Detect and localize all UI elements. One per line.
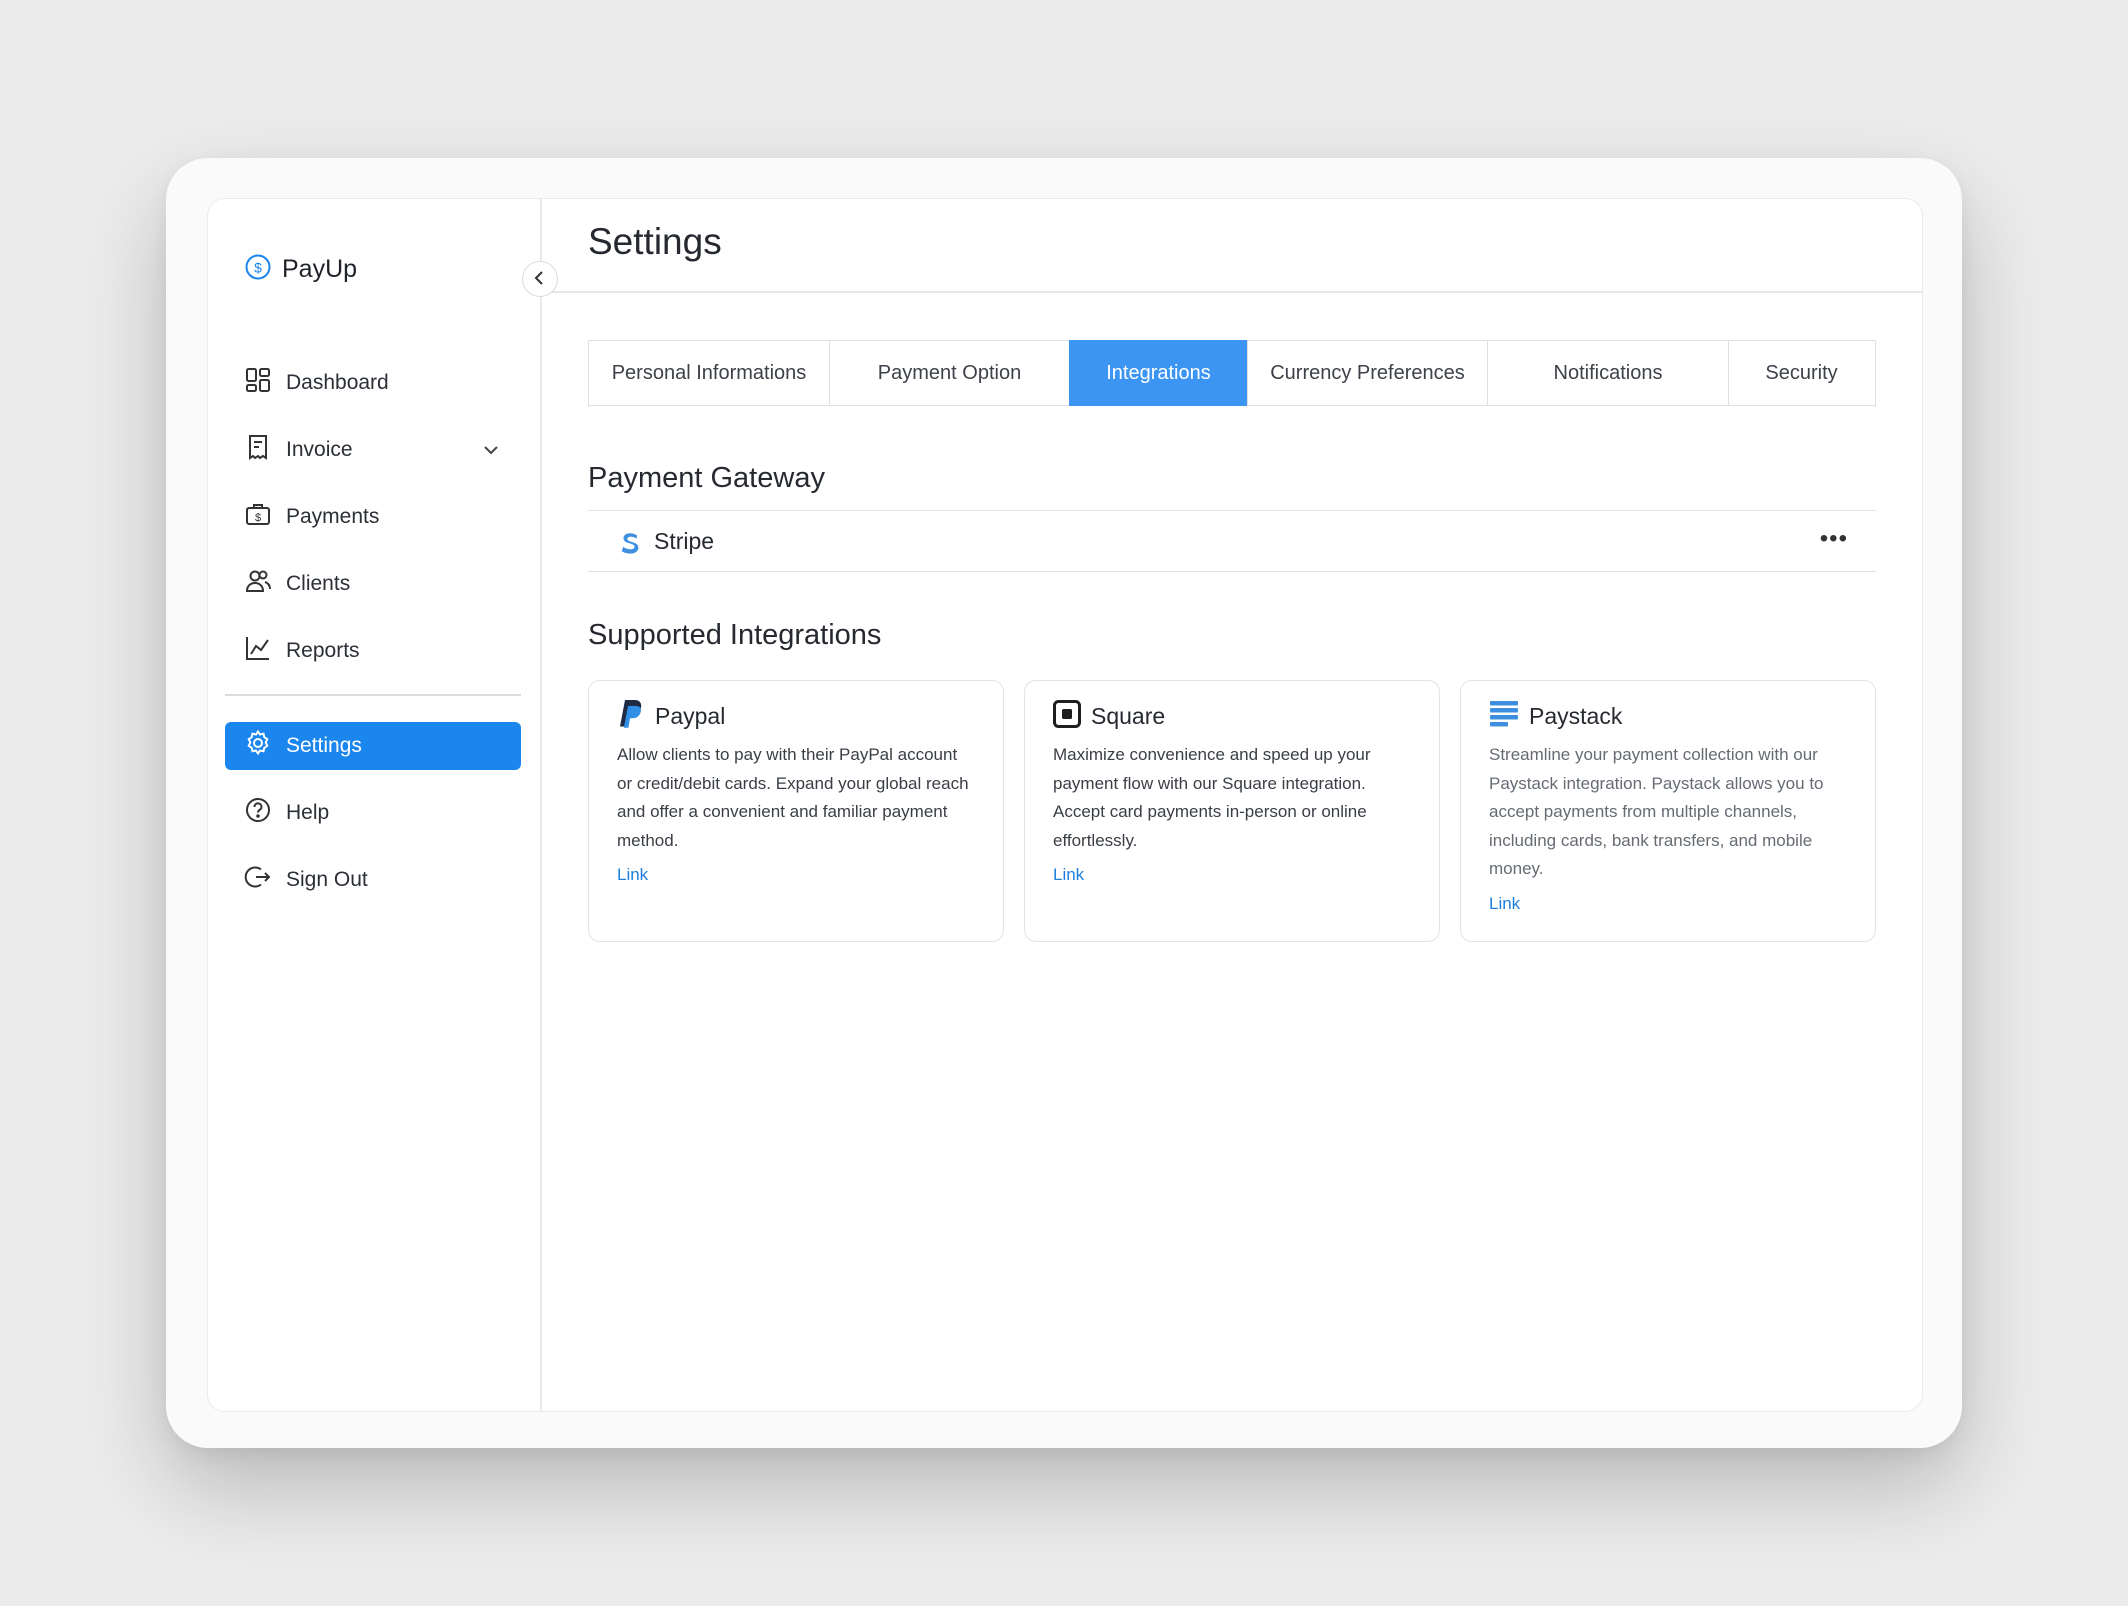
sidebar-item-settings[interactable]: Settings: [225, 722, 521, 770]
paystack-link[interactable]: Link: [1489, 894, 1520, 914]
sidebar-item-help[interactable]: Help: [225, 789, 521, 837]
sidebar-item-clients[interactable]: Clients: [225, 560, 521, 608]
tab-personal-informations[interactable]: Personal Informations: [588, 340, 830, 406]
sidebar-item-label: Settings: [286, 734, 362, 757]
sidebar-item-label: Dashboard: [286, 371, 389, 394]
paypal-logo-icon: [617, 698, 645, 735]
device-frame: $ PayUp Dashboard Invoice $ Payments Cli…: [166, 158, 1962, 1448]
brand[interactable]: $ PayUp: [244, 253, 357, 286]
integration-card-paypal: Paypal Allow clients to pay with their P…: [588, 680, 1004, 942]
integration-card-paystack: Paystack Streamline your payment collect…: [1460, 680, 1876, 942]
gateway-row[interactable]: Stripe •••: [588, 510, 1876, 572]
dashboard-icon: [244, 366, 272, 400]
app-window: $ PayUp Dashboard Invoice $ Payments Cli…: [207, 198, 1923, 1412]
sidebar: $ PayUp Dashboard Invoice $ Payments Cli…: [208, 199, 542, 1411]
brand-name: PayUp: [282, 255, 358, 283]
sidebar-item-label: Help: [286, 801, 330, 824]
card-title: Paypal: [655, 702, 726, 729]
chevron-down-icon[interactable]: [481, 440, 501, 466]
payment-gateway-heading: Payment Gateway: [588, 462, 825, 494]
chevron-left-icon: [531, 269, 549, 290]
gear-icon: [244, 729, 272, 763]
svg-text:$: $: [254, 260, 262, 276]
clients-icon: [244, 567, 272, 601]
card-description: Maximize convenience and speed up your p…: [1053, 745, 1371, 850]
gateway-name: Stripe: [654, 528, 715, 554]
card-description: Streamline your payment collection with …: [1489, 745, 1824, 878]
help-icon: [244, 796, 272, 830]
tab-currency-preferences[interactable]: Currency Preferences: [1246, 340, 1489, 406]
tab-integrations[interactable]: Integrations: [1069, 340, 1248, 406]
dollar-coin-icon: $: [244, 253, 272, 286]
sidebar-item-invoice[interactable]: Invoice: [225, 426, 521, 474]
sidebar-item-label: Payments: [286, 505, 380, 528]
paystack-logo-icon: [1489, 699, 1519, 734]
payments-icon: $: [244, 500, 272, 534]
sidebar-item-sign-out[interactable]: Sign Out: [225, 856, 521, 904]
sidebar-item-payments[interactable]: $ Payments: [225, 493, 521, 541]
card-description: Allow clients to pay with their PayPal a…: [617, 745, 969, 850]
card-title: Square: [1091, 702, 1166, 729]
svg-text:$: $: [255, 512, 261, 524]
square-logo-icon: [1053, 699, 1081, 733]
sidebar-item-label: Invoice: [286, 438, 353, 461]
sidebar-collapse-button[interactable]: [522, 261, 558, 297]
invoice-icon: [244, 433, 272, 467]
sign-out-icon: [244, 863, 272, 897]
sidebar-item-reports[interactable]: Reports: [225, 627, 521, 675]
supported-integrations-heading: Supported Integrations: [588, 619, 882, 651]
card-title: Paystack: [1529, 702, 1623, 729]
tab-payment-option[interactable]: Payment Option: [828, 340, 1071, 406]
tab-security[interactable]: Security: [1727, 340, 1876, 406]
tab-notifications[interactable]: Notifications: [1487, 340, 1729, 406]
page-title: Settings: [588, 221, 722, 262]
settings-tabs: Personal Informations Payment Option Int…: [588, 340, 1876, 406]
reports-icon: [244, 634, 272, 668]
square-link[interactable]: Link: [1053, 865, 1084, 885]
sidebar-item-label: Clients: [286, 572, 351, 595]
main-content: Settings Personal Informations Payment O…: [542, 199, 1922, 1411]
stripe-logo-icon: [618, 529, 642, 562]
header-divider: [542, 291, 1922, 293]
sidebar-nav: Dashboard Invoice $ Payments Clients Rep…: [225, 359, 521, 923]
integration-card-square: Square Maximize convenience and speed up…: [1024, 680, 1440, 942]
integration-cards: Paypal Allow clients to pay with their P…: [588, 680, 1876, 942]
sidebar-item-label: Sign Out: [286, 868, 368, 891]
sidebar-item-dashboard[interactable]: Dashboard: [225, 359, 521, 407]
more-options-button[interactable]: •••: [1820, 527, 1848, 551]
sidebar-divider: [225, 694, 521, 696]
sidebar-item-label: Reports: [286, 639, 360, 662]
paypal-link[interactable]: Link: [617, 865, 648, 885]
